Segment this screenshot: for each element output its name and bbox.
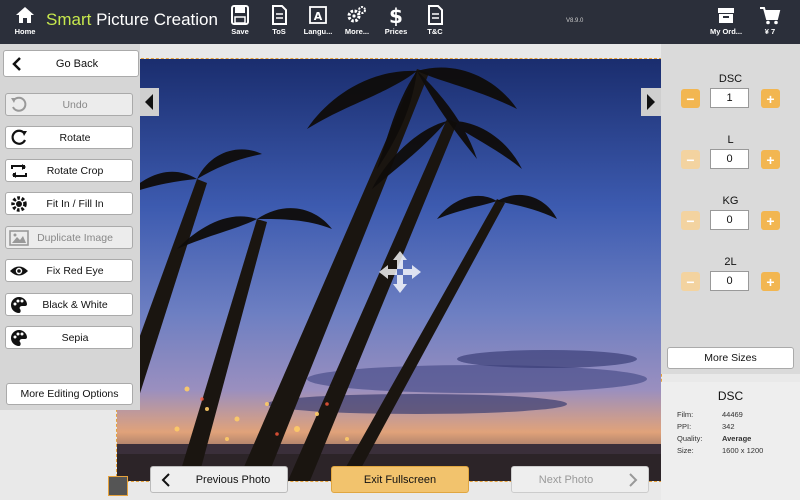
home-label: Home <box>14 27 36 36</box>
eye-icon <box>6 264 32 278</box>
rotate-label: Rotate <box>59 131 91 144</box>
crop-handle-bottom-left[interactable] <box>108 476 128 496</box>
rotate-crop-button[interactable]: Rotate Crop <box>5 159 133 182</box>
exit-fullscreen-button[interactable]: Exit Fullscreen <box>331 466 469 493</box>
undo-button[interactable]: Undo <box>5 93 133 116</box>
collapse-right-panel-button[interactable] <box>641 88 661 116</box>
sizes-panel: DSC − 1 + L − 0 + KG − 0 + 2L − 0 + More… <box>661 44 800 374</box>
my-orders-button[interactable]: My Ord... <box>703 4 749 36</box>
version-text: V8.9.0 <box>566 18 584 24</box>
home-button[interactable]: Home <box>2 4 48 36</box>
info-size-row: Size: 1600 x 1200 <box>677 446 764 455</box>
fit-fill-label: Fit In / Fill In <box>46 197 104 210</box>
sepia-label: Sepia <box>61 331 89 344</box>
chevron-left-icon <box>145 94 153 110</box>
info-ppi-row: PPI: 342 <box>677 422 735 431</box>
info-quality-row: Quality: Average <box>677 434 752 443</box>
tc-button[interactable]: T&C <box>412 4 458 36</box>
go-back-button[interactable]: Go Back <box>3 50 139 77</box>
quantity-l-field[interactable]: 0 <box>710 149 749 169</box>
top-toolbar: Home Smart Picture Creation Save ToS A L… <box>0 0 800 44</box>
move-icon[interactable] <box>377 249 423 295</box>
svg-text:$: $ <box>389 4 403 26</box>
next-photo-label: Next Photo <box>538 473 594 486</box>
quantity-2l-field[interactable]: 0 <box>710 271 749 291</box>
increase-l-button[interactable]: + <box>761 150 780 169</box>
palette-icon <box>6 296 32 314</box>
increase-kg-button[interactable]: + <box>761 211 780 230</box>
undo-label: Undo <box>62 98 88 111</box>
previous-photo-label: Previous Photo <box>195 473 271 486</box>
increase-dsc-button[interactable]: + <box>761 89 780 108</box>
fix-red-eye-label: Fix Red Eye <box>46 264 104 277</box>
app-title: Smart Picture Creation <box>46 10 218 29</box>
cart-button[interactable]: ¥ 7 <box>747 4 793 36</box>
undo-icon <box>6 96 32 114</box>
cart-label: ¥ 7 <box>764 27 776 36</box>
increase-2l-button[interactable]: + <box>761 272 780 291</box>
decrease-2l-button[interactable]: − <box>681 272 700 291</box>
black-white-label: Black & White <box>42 298 108 311</box>
next-photo-button[interactable]: Next Photo <box>511 466 649 493</box>
more-sizes-button[interactable]: More Sizes <box>667 347 794 369</box>
sepia-button[interactable]: Sepia <box>5 326 133 349</box>
home-icon <box>2 4 48 26</box>
rotate-crop-label: Rotate Crop <box>46 164 104 177</box>
rotate-crop-icon <box>6 162 32 180</box>
decrease-dsc-button[interactable]: − <box>681 89 700 108</box>
quantity-kg-field[interactable]: 0 <box>710 210 749 230</box>
palette-icon <box>6 329 32 347</box>
info-film-row: Film: 44469 <box>677 410 743 419</box>
tc-label: T&C <box>427 27 443 36</box>
photo-canvas[interactable] <box>116 58 662 482</box>
rotate-icon <box>6 129 32 147</box>
chevron-right-icon <box>629 472 638 487</box>
chevron-left-icon <box>4 56 30 71</box>
fix-red-eye-button[interactable]: Fix Red Eye <box>5 259 133 282</box>
rotate-button[interactable]: Rotate <box>5 126 133 149</box>
decrease-kg-button[interactable]: − <box>681 211 700 230</box>
gear-icon <box>6 195 32 213</box>
collapse-left-panel-button[interactable] <box>139 88 159 116</box>
size-label-l: L <box>727 134 734 146</box>
chevron-left-icon <box>161 472 170 487</box>
size-label-2l: 2L <box>724 256 737 268</box>
go-back-label: Go Back <box>55 57 99 70</box>
svg-text:A: A <box>314 10 323 23</box>
box-icon <box>703 4 749 26</box>
black-white-button[interactable]: Black & White <box>5 293 133 316</box>
editing-panel: Go Back Undo Rotate Rotate Crop Fit In /… <box>0 44 140 410</box>
previous-photo-button[interactable]: Previous Photo <box>150 466 288 493</box>
size-label-dsc: DSC <box>718 73 743 85</box>
document-icon <box>412 4 458 26</box>
duplicate-image-label: Duplicate Image <box>37 231 113 244</box>
info-title: DSC <box>717 389 744 403</box>
image-icon <box>6 229 32 246</box>
fit-fill-button[interactable]: Fit In / Fill In <box>5 192 133 215</box>
more-editing-options-button[interactable]: More Editing Options <box>6 383 133 405</box>
cart-icon <box>747 4 793 26</box>
decrease-l-button[interactable]: − <box>681 150 700 169</box>
photo-info-panel: DSC Film: 44469 PPI: 342 Quality: Average S… <box>661 382 800 500</box>
size-label-kg: KG <box>722 195 739 207</box>
my-orders-label: My Ord... <box>709 27 743 36</box>
chevron-right-icon <box>647 94 655 110</box>
duplicate-image-button[interactable]: Duplicate Image <box>5 226 133 249</box>
quantity-dsc-field[interactable]: 1 <box>710 88 749 108</box>
